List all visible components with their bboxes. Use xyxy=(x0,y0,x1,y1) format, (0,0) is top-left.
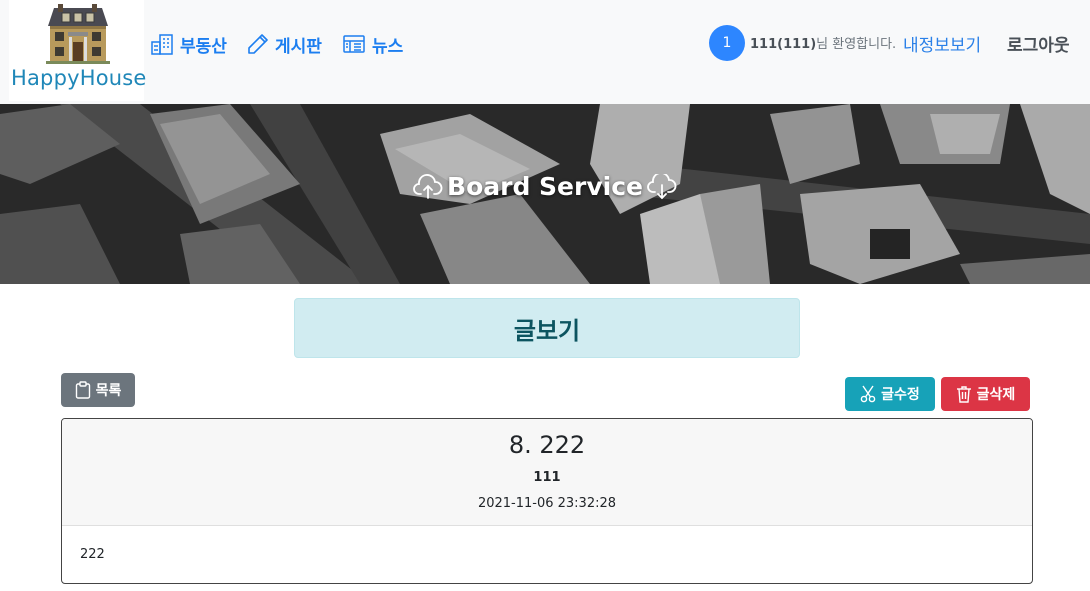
user-name: 111(111) xyxy=(750,37,817,52)
page-heading: 글보기 xyxy=(294,298,800,358)
post-header: 8. 222 111 2021-11-06 23:32:28 xyxy=(62,419,1032,526)
banner-title-text: Board Service xyxy=(447,172,643,201)
post-card: 8. 222 111 2021-11-06 23:32:28 222 xyxy=(61,418,1033,584)
user-badge: 1 xyxy=(709,25,745,61)
nav-real-estate-label: 부동산 xyxy=(180,36,227,57)
newspaper-icon xyxy=(343,35,365,53)
delete-button[interactable]: 글삭제 xyxy=(941,377,1030,411)
pencil-icon xyxy=(248,34,268,54)
nav-news-label: 뉴스 xyxy=(372,36,404,57)
post-title: 8. 222 xyxy=(508,431,586,459)
edit-button[interactable]: 글수정 xyxy=(845,377,935,411)
post-date: 2021-11-06 23:32:28 xyxy=(477,496,617,511)
hero-banner: Board Service xyxy=(0,104,1090,284)
edit-button-label: 글수정 xyxy=(881,387,920,403)
post-author: 111 xyxy=(533,470,561,485)
clipboard-icon xyxy=(75,381,90,399)
trash-icon xyxy=(956,386,971,403)
nav-board-label: 게시판 xyxy=(275,36,322,57)
welcome-text: 111(111)님 환영합니다. xyxy=(750,33,896,52)
nav-news[interactable]: 뉴스 xyxy=(342,30,403,58)
delete-button-label: 글삭제 xyxy=(976,387,1016,403)
scissors-icon xyxy=(860,385,876,403)
brand-name: HappyHouse xyxy=(11,66,147,90)
house-logo-icon xyxy=(46,4,110,64)
welcome-suffix: 님 환영합니다. xyxy=(816,37,897,52)
nav-real-estate[interactable]: 부동산 xyxy=(150,30,227,58)
post-content: 222 xyxy=(80,547,105,562)
brand-logo[interactable]: HappyHouse xyxy=(9,0,147,101)
nav-board[interactable]: 게시판 xyxy=(247,30,322,58)
top-navbar: HappyHouse 부동산 게시판 뉴스 1 111(111)님 환영합니다.… xyxy=(0,0,1090,104)
mypage-link[interactable]: 내정보보기 xyxy=(903,31,981,56)
list-button[interactable]: 목록 xyxy=(61,373,135,407)
list-button-label: 목록 xyxy=(95,383,122,399)
logout-link[interactable]: 로그아웃 xyxy=(1007,31,1070,56)
cloud-download-icon xyxy=(647,173,677,199)
cloud-upload-icon xyxy=(413,173,443,199)
banner-title: Board Service xyxy=(0,172,1090,201)
buildings-icon xyxy=(151,34,173,55)
